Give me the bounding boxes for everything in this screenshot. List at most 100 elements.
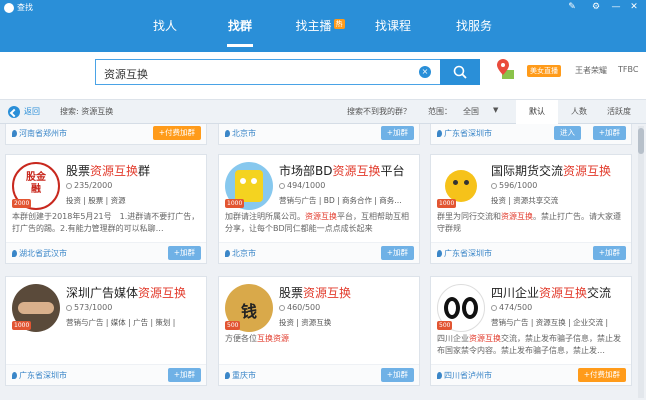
- location-pin-icon: [12, 372, 17, 379]
- location-pin-icon: [225, 250, 230, 257]
- join-button[interactable]: +加群: [380, 246, 414, 260]
- member-count: 474/500: [491, 303, 532, 312]
- tab-find-service[interactable]: 找服务: [446, 14, 502, 38]
- group-tags: 营销与广告 | BD | 商务合作 | 商务…: [279, 196, 402, 205]
- range-select[interactable]: 全国: [463, 106, 479, 117]
- members-icon: [491, 183, 497, 189]
- back-link[interactable]: 返回: [24, 106, 40, 117]
- join-button[interactable]: +加群: [167, 368, 201, 382]
- sort-members[interactable]: 人数: [558, 100, 600, 124]
- group-card[interactable]: 1000 深圳广告媒体资源互换 573/1000 营销与广告 | 媒体 | 广告…: [5, 276, 207, 386]
- enter-button[interactable]: 进入: [554, 126, 581, 140]
- card-footer: 北京市 +加群: [219, 242, 419, 263]
- location-pin-icon: [225, 372, 230, 379]
- group-name-text: 股票: [66, 164, 91, 178]
- join-button[interactable]: +加群: [592, 246, 626, 260]
- member-count-text: 474/500: [499, 303, 533, 312]
- group-description: 群里为同行交流和资源互换。禁止打广告。请大家遵守群规: [437, 211, 627, 237]
- location-text: 北京市: [232, 249, 256, 258]
- desc-text: 四川企业: [437, 334, 469, 343]
- location: 北京市: [225, 248, 256, 259]
- card-footer: 广东省深圳市 +加群: [431, 242, 631, 263]
- card-footer: 北京市 +加群: [219, 124, 419, 144]
- scrollbar-track[interactable]: [638, 126, 644, 398]
- group-tags: 投资 | 资源互换: [279, 318, 332, 327]
- group-card[interactable]: 股金融 2000 股票资源互换群 235/2000 投资 | 股票 | 资源 本…: [5, 154, 207, 264]
- members-icon: [279, 305, 285, 311]
- group-card[interactable]: 钱 500 股票资源互换 460/500 投资 | 资源互换 方便各位互换资源 …: [218, 276, 420, 386]
- location-pin-icon: [225, 130, 230, 137]
- close-icon[interactable]: ✕: [628, 2, 640, 12]
- group-name-highlight: 资源互换: [332, 164, 381, 178]
- sort-activity[interactable]: 活跃度: [598, 100, 640, 124]
- search-value: 资源互换: [104, 68, 148, 81]
- minimize-icon[interactable]: —: [610, 2, 622, 12]
- group-name-highlight: 资源互换: [90, 164, 139, 178]
- feedback-icon[interactable]: ✎: [566, 2, 578, 12]
- not-found-link[interactable]: 搜索不到我的群？: [347, 106, 411, 117]
- group-name-text: 深圳广告媒体: [66, 286, 139, 300]
- group-description: 本群创建于2018年5月21号 1.进群请不要打广告，打广告的踢。2.有能力管理…: [12, 211, 202, 237]
- search-input[interactable]: 资源互换 ×: [95, 59, 440, 85]
- group-name-text: 股票: [279, 286, 304, 300]
- group-name-highlight: 资源互换: [539, 286, 588, 300]
- member-count: 235/2000: [66, 181, 112, 190]
- group-name-highlight: 资源互换: [563, 164, 612, 178]
- capacity-badge: 1000: [12, 321, 32, 330]
- group-card[interactable]: 1000 市场部BD资源互换平台 494/1000 营销与广告 | BD | 商…: [218, 154, 420, 264]
- join-button[interactable]: +加群: [167, 246, 201, 260]
- location-text: 重庆市: [232, 371, 256, 380]
- group-name-text: 市场部BD: [279, 164, 333, 178]
- tab-find-people[interactable]: 找人: [140, 14, 190, 38]
- group-name-text: 平台: [380, 164, 405, 178]
- desc-highlight: 互换资源: [257, 334, 289, 343]
- live-link[interactable]: 美女直播: [527, 65, 561, 77]
- app-logo-icon: [4, 3, 14, 13]
- paid-join-button[interactable]: +付费加群: [577, 368, 626, 382]
- group-card[interactable]: 1000 国际期货交流资源互换 596/1000 投资 | 资源共享交流 群里为…: [430, 154, 632, 264]
- group-name-text: 国际期货交流: [491, 164, 564, 178]
- group-card[interactable]: 500 四川企业资源互换交流 474/500 营销与广告 | 资源互换 | 企业…: [430, 276, 632, 386]
- settings-icon[interactable]: ⚙: [590, 2, 602, 12]
- group-name: 国际期货交流资源互换: [491, 162, 611, 179]
- location: 河南省郑州市: [12, 128, 67, 139]
- location: 重庆市: [225, 370, 256, 381]
- clear-icon[interactable]: ×: [419, 66, 431, 78]
- chevron-down-icon[interactable]: ▼: [493, 106, 498, 114]
- card-footer: 四川省泸州市 +付费加群: [431, 364, 631, 385]
- member-count: 596/1000: [491, 181, 537, 190]
- search-button[interactable]: [440, 59, 480, 85]
- capacity-badge: 500: [225, 321, 241, 330]
- back-arrow-icon[interactable]: [8, 106, 20, 118]
- member-count-text: 494/1000: [287, 181, 326, 190]
- capacity-badge: 500: [437, 321, 453, 330]
- join-button[interactable]: +加群: [380, 368, 414, 382]
- group-description: 四川企业资源互换交流，禁止发布骗子信息，禁止发布国家禁令内容。禁止发布骗子信息，…: [437, 333, 627, 359]
- group-name-highlight: 资源互换: [138, 286, 187, 300]
- tab-find-group[interactable]: 找群: [215, 14, 265, 38]
- user-link[interactable]: 王者荣耀: [575, 65, 607, 76]
- join-button[interactable]: +加群: [380, 126, 414, 140]
- capacity-badge: 2000: [12, 199, 32, 208]
- paid-join-button[interactable]: +付费加群: [152, 126, 201, 140]
- location-text: 四川省泸州市: [444, 371, 492, 380]
- tab-find-streamer[interactable]: 找主播热: [285, 14, 355, 38]
- location-pin-icon: [437, 372, 442, 379]
- group-name-text: 四川企业: [491, 286, 540, 300]
- group-tags: 营销与广告 | 媒体 | 广告 | 策划 |: [66, 318, 176, 327]
- sort-default[interactable]: 默认: [516, 100, 558, 124]
- member-count: 494/1000: [279, 181, 325, 190]
- extra-link[interactable]: TFBC: [618, 65, 638, 74]
- group-description: 加群请注明所属公司。资源互换平台，互相帮助互相分享，让每个BD同仁都能一点点成长…: [225, 211, 415, 237]
- tab-label: 找群: [227, 19, 252, 33]
- tab-find-course[interactable]: 找课程: [365, 14, 421, 38]
- tab-label: 找课程: [374, 19, 411, 33]
- join-button[interactable]: +加群: [592, 126, 626, 140]
- scrollbar-thumb[interactable]: [638, 128, 644, 154]
- location-text: 湖北省武汉市: [19, 249, 67, 258]
- member-count-text: 596/1000: [499, 181, 538, 190]
- location-pin-icon: [12, 130, 17, 137]
- map-pin-icon[interactable]: [496, 58, 514, 80]
- location-text: 广东省深圳市: [444, 129, 492, 138]
- group-name-text: 交流: [587, 286, 612, 300]
